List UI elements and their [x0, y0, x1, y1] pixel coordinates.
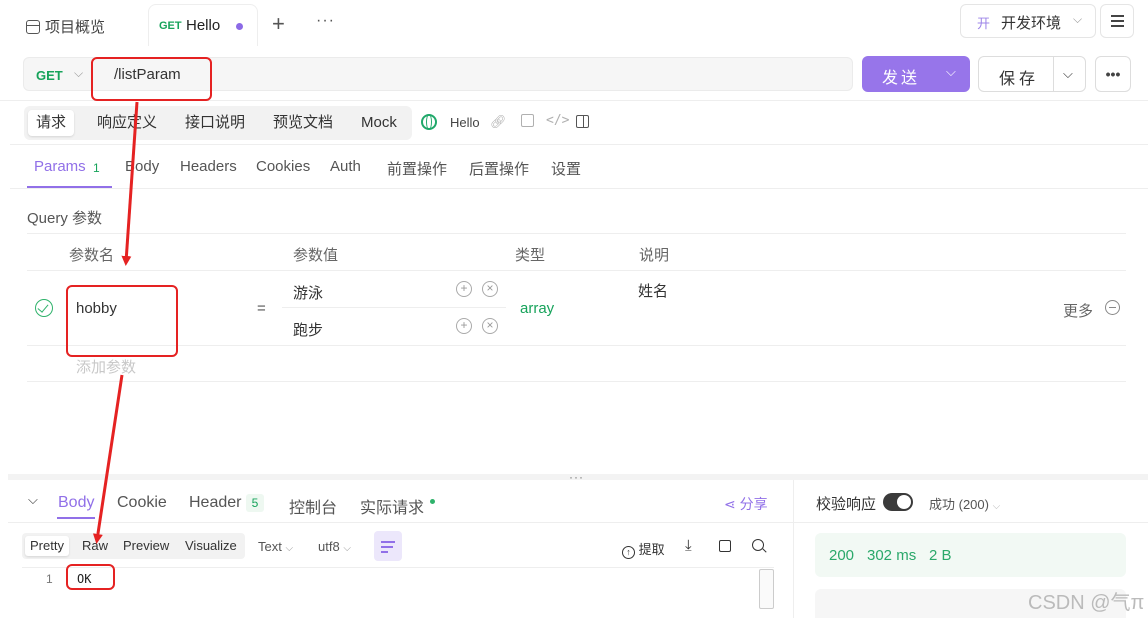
app-window: 项目概览 GET Hello + ··· 开 开发环境 ⌵ GET ⌵ /lis…	[0, 0, 1148, 618]
annotation-arrow	[92, 374, 124, 544]
annotation-arrow	[121, 101, 139, 266]
annotation-arrows	[92, 101, 139, 544]
